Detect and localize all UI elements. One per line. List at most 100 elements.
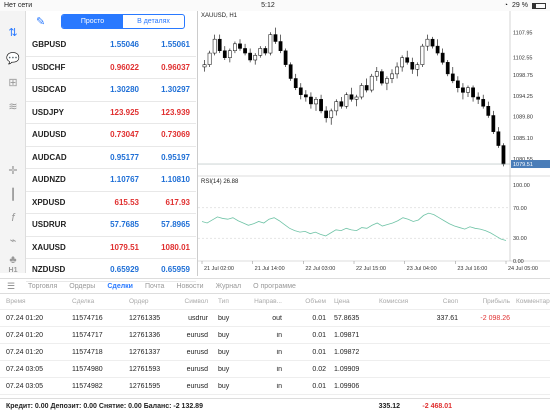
- cell-order: 12761336: [129, 331, 161, 339]
- quote-ask[interactable]: 1.30297: [145, 85, 196, 94]
- quote-ask[interactable]: 123.939: [145, 108, 196, 117]
- status-bar: Нет сети 5:12 ◔ 29 %: [0, 0, 550, 11]
- chart-type-icon[interactable]: ≋: [3, 97, 23, 115]
- toolbox-icon[interactable]: ☰: [0, 281, 22, 292]
- cell-price: 57.8635: [334, 314, 360, 322]
- rsi-tick-label: 70.00: [513, 206, 527, 212]
- cell-time: 07.24 03:05: [6, 365, 43, 373]
- price-tick-label: 1102.55: [513, 55, 532, 61]
- quotes-list: GBPUSD 1.55046 1.55061 USDCHF 0.96022 0.96037…: [26, 34, 196, 282]
- quote-row[interactable]: AUDNZD 1.10767 1.10810: [26, 169, 196, 192]
- quote-row[interactable]: XAUUSD 1079.51 1080.01: [26, 237, 196, 259]
- candle-body: [405, 57, 410, 63]
- col-price[interactable]: Цена: [334, 298, 379, 305]
- cell-volume: 0.01: [312, 331, 326, 339]
- new-document-icon[interactable]: ⊞: [3, 73, 23, 91]
- chart-canvas[interactable]: 1107.95 1102.55 1098.75 1094.25 1089.80 1085.…: [198, 11, 550, 276]
- candle-body: [440, 52, 445, 63]
- quote-ask[interactable]: 57.8965: [145, 220, 196, 229]
- tab-orders[interactable]: Ордеры: [63, 283, 101, 290]
- quote-row[interactable]: USDCAD 1.30280 1.30297: [26, 79, 196, 102]
- col-type[interactable]: Тип: [218, 298, 248, 305]
- quote-bid[interactable]: 0.65929: [94, 265, 145, 274]
- quote-bid[interactable]: 0.96022: [94, 63, 145, 72]
- quote-ask[interactable]: 0.73069: [145, 130, 196, 139]
- tab-deals[interactable]: Сделки: [101, 283, 139, 290]
- col-commission[interactable]: Комиссия: [379, 298, 424, 305]
- quote-ask[interactable]: 1.55061: [145, 40, 196, 49]
- candle-body: [430, 38, 435, 47]
- quote-bid[interactable]: 0.73047: [94, 130, 145, 139]
- indicator-f-icon[interactable]: f: [3, 209, 23, 227]
- quote-row[interactable]: USDJPY 123.925 123.939: [26, 102, 196, 124]
- tab-detailed[interactable]: В деталях: [123, 15, 184, 28]
- quote-row[interactable]: USDRUR 57.7685 57.8965: [26, 214, 196, 237]
- tab-news[interactable]: Новости: [170, 283, 209, 290]
- quote-row[interactable]: AUDUSD 0.73047 0.73069: [26, 124, 196, 147]
- quote-bid[interactable]: 0.95177: [94, 153, 145, 162]
- quote-bid[interactable]: 1.30280: [94, 85, 145, 94]
- candles-icon[interactable]: ┃: [3, 185, 23, 203]
- quote-symbol: AUDNZD: [32, 175, 66, 185]
- quote-bid[interactable]: 1.55046: [94, 40, 145, 49]
- quote-ask[interactable]: 0.95197: [145, 153, 196, 162]
- quote-symbol: AUDCAD: [32, 152, 67, 162]
- cell-type: buy: [218, 382, 230, 390]
- quote-row[interactable]: XPDUSD 615.53 617.93: [26, 192, 196, 214]
- cell-volume: 0.01: [312, 348, 326, 356]
- quote-bid[interactable]: 57.7685: [94, 220, 145, 229]
- quotes-arrows-icon[interactable]: ⇅: [3, 23, 23, 41]
- col-volume[interactable]: Объем: [290, 298, 334, 305]
- quote-ask[interactable]: 1.10810: [145, 175, 196, 184]
- col-order[interactable]: Ордер: [129, 298, 174, 305]
- col-profit[interactable]: Прибыль: [464, 298, 516, 305]
- col-comment[interactable]: Комментарий: [516, 298, 550, 305]
- col-symbol[interactable]: Символ: [174, 298, 218, 305]
- candle-body: [309, 96, 313, 105]
- quote-bid[interactable]: 1079.51: [94, 243, 145, 252]
- balance-footer: Кредит: 0.00 Депозит: 0.00 Снятие: 0.00 …: [0, 398, 550, 413]
- view-mode-segment: Просто В деталях: [61, 14, 185, 29]
- cell-deal: 11574982: [72, 382, 103, 390]
- quote-bid[interactable]: 615.53: [94, 198, 145, 207]
- table-row[interactable]: 07.24 01:20 11574716 12761335 usdrur buy out 0…: [0, 310, 550, 327]
- chat-icon[interactable]: 💬: [3, 49, 23, 67]
- tab-about[interactable]: О программе: [247, 283, 302, 290]
- table-row[interactable]: 07.24 03:05 11574982 12761595 eurusd buy in 0.…: [0, 378, 550, 395]
- col-direction[interactable]: Направ...: [248, 298, 290, 305]
- quote-ask[interactable]: 1080.01: [145, 243, 196, 252]
- table-row[interactable]: 07.24 01:20 11574717 12761336 eurusd buy in 0.…: [0, 327, 550, 344]
- quote-bid[interactable]: 1.10767: [94, 175, 145, 184]
- quote-ask[interactable]: 617.93: [145, 198, 196, 207]
- candle-body: [486, 106, 491, 116]
- candle-body: [395, 66, 399, 75]
- col-time[interactable]: Время: [0, 298, 72, 305]
- tab-journal[interactable]: Журнал: [210, 283, 248, 290]
- time-tick-label: 23 Jul 04:00: [407, 266, 437, 272]
- table-row[interactable]: 07.24 01:20 11574718 12761337 eurusd buy in 0.…: [0, 344, 550, 361]
- col-swap[interactable]: Своп: [424, 298, 464, 305]
- objects-icon[interactable]: ⌁: [3, 231, 23, 249]
- cell-deal: 11574718: [72, 348, 103, 356]
- edit-pencil-icon[interactable]: ✎: [36, 15, 45, 28]
- tab-simple[interactable]: Просто: [62, 15, 123, 28]
- quote-row[interactable]: USDCHF 0.96022 0.96037: [26, 57, 196, 79]
- tab-trading[interactable]: Торговля: [22, 283, 63, 290]
- candle-body: [445, 62, 450, 75]
- tab-mail[interactable]: Почта: [139, 283, 170, 290]
- candle-body: [273, 34, 278, 42]
- price-tick-label: 1094.25: [513, 94, 533, 100]
- candle-body: [238, 43, 242, 49]
- crosshair-icon[interactable]: ✛: [3, 161, 23, 179]
- cell-direction: out: [272, 314, 282, 322]
- price-chart[interactable]: 1107.95 1102.55 1098.75 1094.25 1089.80 1085.…: [197, 11, 550, 276]
- quote-row[interactable]: AUDCAD 0.95177 0.95197: [26, 147, 196, 169]
- quote-ask[interactable]: 0.65959: [145, 265, 196, 274]
- timeframe-h1-icon[interactable]: H1: [3, 261, 23, 279]
- quote-ask[interactable]: 0.96037: [145, 63, 196, 72]
- col-deal[interactable]: Сделка: [72, 298, 129, 305]
- quote-row[interactable]: GBPUSD 1.55046 1.55061: [26, 34, 196, 57]
- table-row[interactable]: 07.24 03:05 11574980 12761593 eurusd buy in 0.…: [0, 361, 550, 378]
- cell-deal: 11574980: [72, 365, 103, 373]
- quote-bid[interactable]: 123.925: [94, 108, 145, 117]
